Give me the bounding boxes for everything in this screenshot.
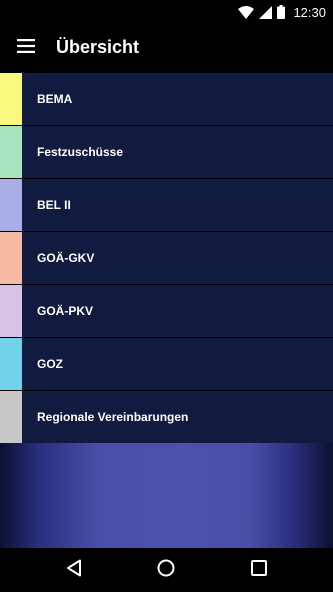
menu-button[interactable] [8,30,44,66]
list-item-label: Festzuschüsse [37,145,124,159]
list-item-label: BEMA [37,92,73,106]
page-title: Übersicht [56,37,140,57]
list-item-festzuschuesse[interactable]: Festzuschüsse [0,126,333,178]
list-item-goae-pkv[interactable]: GOÄ-PKV [0,285,333,337]
status-bar: 12:30 [0,0,333,24]
status-time: 12:30 [293,4,326,20]
status-icons: 12:30 [238,4,326,20]
category-color-swatch [0,179,22,231]
back-button[interactable] [63,559,85,581]
battery-icon [277,5,286,19]
list-item-label: GOÄ-GKV [37,251,95,265]
list-item-label: BEL II [37,198,71,212]
menu-icon [17,38,35,58]
signal-icon [259,5,273,19]
wifi-icon [238,5,255,19]
category-color-swatch [0,126,22,178]
background-panel [0,443,333,548]
list-item-goz[interactable]: GOZ [0,338,333,390]
list-item-label: Regionale Vereinbarungen [37,410,189,424]
category-color-swatch [0,232,22,284]
list-item-regionale-vereinbarungen[interactable]: Regionale Vereinbarungen [0,391,333,443]
home-button[interactable] [155,559,177,581]
category-color-swatch [0,338,22,390]
list-item-goae-gkv[interactable]: GOÄ-GKV [0,232,333,284]
overview-list: BEMA Festzuschüsse BEL II GOÄ-GKV GOÄ-PK… [0,73,333,444]
list-item-label: GOÄ-PKV [37,304,94,318]
category-color-swatch [0,391,22,443]
system-navigation-bar [0,548,333,592]
category-color-swatch [0,73,22,125]
list-item-bema[interactable]: BEMA [0,73,333,125]
recents-icon [251,559,267,581]
recents-button[interactable] [248,559,270,581]
list-item-label: GOZ [37,357,63,371]
list-item-bel-ii[interactable]: BEL II [0,179,333,231]
app-bar: Übersicht [0,24,333,72]
home-icon [157,559,175,582]
category-color-swatch [0,285,22,337]
back-icon [66,559,82,582]
